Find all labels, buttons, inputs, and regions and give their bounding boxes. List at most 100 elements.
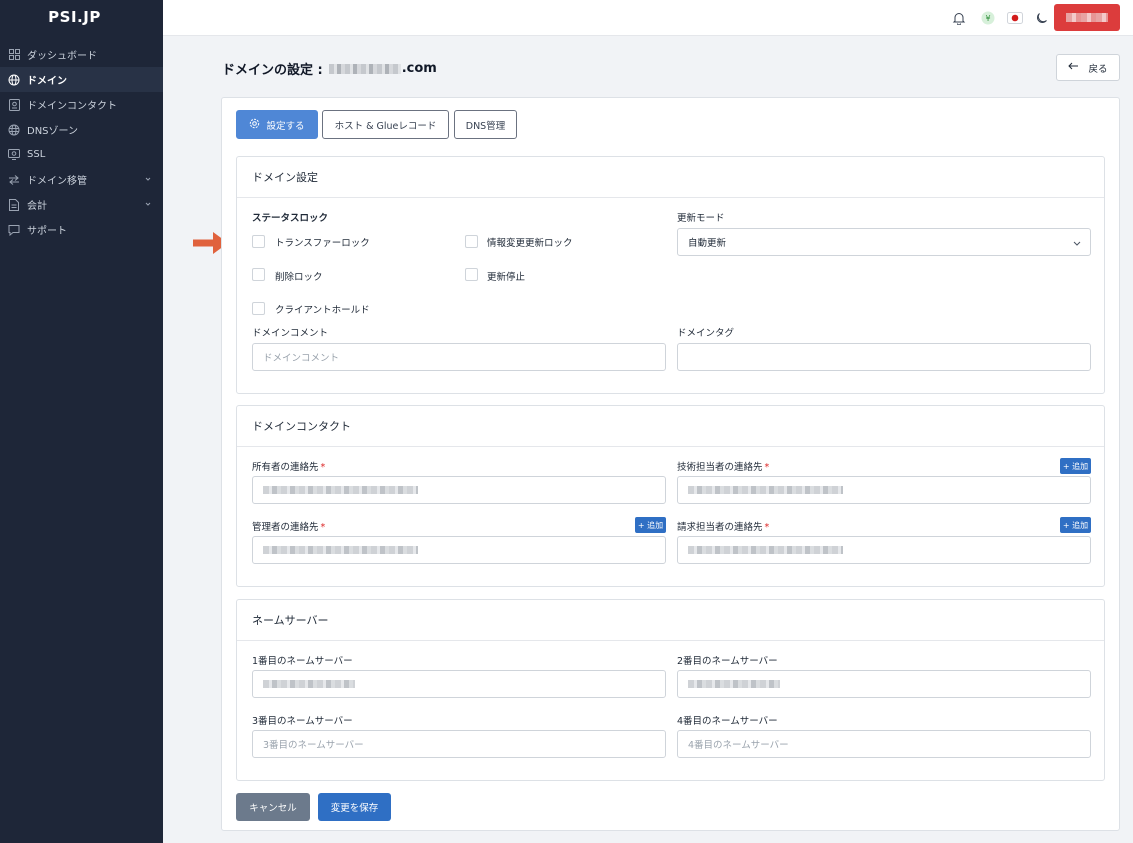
contact-card-icon — [8, 98, 20, 111]
sidebar-item-domain-contact[interactable]: ドメインコンタクト — [0, 92, 163, 117]
required-mark: * — [764, 522, 770, 533]
domain-tag-label: ドメインタグ — [677, 328, 735, 339]
delete-lock-checkbox[interactable] — [252, 268, 265, 281]
transfer-lock-checkbox[interactable] — [252, 235, 265, 248]
required-mark: * — [764, 462, 770, 473]
tech-contact-label-text: 技術担当者の連絡先 — [677, 462, 763, 473]
back-button-label: 戻る — [1088, 63, 1108, 75]
tech-contact-label: 技術担当者の連絡先 * — [677, 459, 769, 473]
delete-lock-label: 削除ロック — [275, 272, 323, 283]
yen-icon[interactable]: ¥ — [980, 10, 996, 26]
domain-settings-panel: ドメイン設定 ステータスロック トランスファーロック 情報変更更新ロック 削除ロ… — [236, 156, 1105, 394]
sidebar-item-dashboard[interactable]: ダッシュボード — [0, 42, 163, 67]
moon-icon[interactable] — [1033, 10, 1049, 26]
add-admin-contact-button[interactable]: + 追加 — [635, 517, 666, 533]
info-update-lock-checkbox[interactable] — [465, 235, 478, 248]
tab-hosts-glue[interactable]: ホスト & Glueレコード — [322, 110, 449, 139]
sidebar-nav: ダッシュボード ドメイン ドメインコンタクト DNSゾーン SSL ドメイン移管… — [0, 42, 163, 242]
domain-comment-input[interactable]: ドメインコメント — [252, 343, 666, 371]
gear-icon — [249, 118, 260, 132]
admin-contact-select[interactable] — [252, 536, 666, 564]
update-stop-label: 更新停止 — [487, 272, 526, 283]
sidebar: PSI.JP ダッシュボード ドメイン ドメインコンタクト DNSゾーン SSL… — [0, 0, 163, 843]
cancel-button[interactable]: キャンセル — [236, 793, 310, 821]
dashboard-icon — [8, 49, 20, 61]
panel-header: ドメイン設定 — [237, 157, 1104, 198]
sidebar-item-label: ダッシュボード — [27, 51, 97, 62]
redacted-contact — [263, 486, 418, 494]
sidebar-item-support[interactable]: サポート — [0, 217, 163, 242]
renew-mode-select[interactable]: 自動更新 — [677, 228, 1091, 256]
chevron-down-icon — [143, 199, 153, 209]
add-billing-contact-button[interactable]: + 追加 — [1060, 517, 1091, 533]
owner-contact-select[interactable] — [252, 476, 666, 504]
owner-contact-label: 所有者の連絡先 * — [252, 459, 325, 473]
sidebar-item-label: ドメインコンタクト — [27, 101, 117, 112]
domain-tag-input[interactable] — [677, 343, 1091, 371]
sidebar-item-label: ドメイン移管 — [27, 176, 87, 187]
tech-contact-select[interactable] — [677, 476, 1091, 504]
redacted-domain-name — [328, 63, 401, 74]
ns4-label: 4番目のネームサーバー — [677, 716, 778, 727]
client-hold-label: クライアントホールド — [275, 305, 370, 316]
redacted-user-name — [1066, 13, 1108, 22]
admin-contact-label-text: 管理者の連絡先 — [252, 522, 319, 533]
redacted-nameserver — [688, 680, 780, 688]
status-lock-label: ステータスロック — [252, 213, 329, 224]
user-menu-button[interactable] — [1054, 4, 1120, 31]
back-button[interactable]: 戻る — [1056, 54, 1120, 81]
arrow-left-icon — [1068, 62, 1079, 73]
sidebar-item-domain[interactable]: ドメイン — [0, 67, 163, 92]
ns4-input[interactable]: 4番目のネームサーバー — [677, 730, 1091, 758]
client-hold-checkbox[interactable] — [252, 302, 265, 315]
renew-mode-label: 更新モード — [677, 213, 725, 224]
sidebar-item-ssl[interactable]: SSL — [0, 142, 163, 167]
ns3-input[interactable]: 3番目のネームサーバー — [252, 730, 666, 758]
save-button[interactable]: 変更を保存 — [318, 793, 391, 821]
required-mark: * — [320, 462, 326, 473]
tab-settings[interactable]: 設定する — [236, 110, 318, 139]
transfer-lock-label: トランスファーロック — [275, 238, 370, 249]
admin-contact-label: 管理者の連絡先 * — [252, 519, 325, 533]
bell-icon[interactable] — [951, 10, 967, 26]
sidebar-item-label: DNSゾーン — [27, 126, 79, 137]
billing-contact-select[interactable] — [677, 536, 1091, 564]
japan-flag-icon[interactable] — [1007, 10, 1023, 26]
page-title-prefix: ドメインの設定 : — [222, 63, 323, 78]
domain-comment-label: ドメインコメント — [252, 328, 329, 339]
sidebar-item-domain-transfer[interactable]: ドメイン移管 — [0, 167, 163, 192]
ns1-label: 1番目のネームサーバー — [252, 656, 353, 667]
transfer-icon — [8, 174, 20, 186]
tab-dns-management[interactable]: DNS管理 — [454, 110, 517, 139]
chevron-down-icon — [143, 174, 153, 184]
nameservers-panel: ネームサーバー 1番目のネームサーバー 2番目のネームサーバー 3番目のネームサ… — [236, 599, 1105, 781]
sidebar-item-label: 会計 — [27, 201, 47, 212]
ns2-label: 2番目のネームサーバー — [677, 656, 778, 667]
ns2-input[interactable] — [677, 670, 1091, 698]
owner-contact-label-text: 所有者の連絡先 — [252, 462, 319, 473]
ns1-input[interactable] — [252, 670, 666, 698]
redacted-nameserver — [263, 680, 355, 688]
redacted-contact — [688, 546, 843, 554]
update-stop-checkbox[interactable] — [465, 268, 478, 281]
tab-settings-label: 設定する — [266, 120, 305, 132]
add-tech-contact-button[interactable]: + 追加 — [1060, 458, 1091, 474]
ns3-label: 3番目のネームサーバー — [252, 716, 353, 727]
domain-settings-card: 設定する ホスト & Glueレコード DNS管理 ドメイン設定 ステータスロッ… — [221, 97, 1120, 831]
sidebar-item-label: SSL — [27, 149, 46, 160]
domain-contacts-panel: ドメインコンタクト 所有者の連絡先 * 技術担当者の連絡先 * + 追加 管理者の連… — [236, 405, 1105, 587]
sidebar-item-dns-zone[interactable]: DNSゾーン — [0, 117, 163, 142]
ssl-icon — [8, 149, 20, 161]
renew-mode-value: 自動更新 — [688, 238, 727, 249]
document-icon — [8, 198, 20, 211]
redacted-contact — [263, 546, 418, 554]
svg-text:¥: ¥ — [985, 14, 990, 23]
sidebar-item-accounting[interactable]: 会計 — [0, 192, 163, 217]
globe-icon — [8, 74, 20, 86]
info-update-lock-label: 情報変更更新ロック — [487, 238, 573, 249]
app-logo[interactable]: PSI.JP — [0, 0, 163, 34]
panel-header: ドメインコンタクト — [237, 406, 1104, 447]
chat-icon — [8, 224, 20, 236]
redacted-contact — [688, 486, 843, 494]
required-mark: * — [320, 522, 326, 533]
